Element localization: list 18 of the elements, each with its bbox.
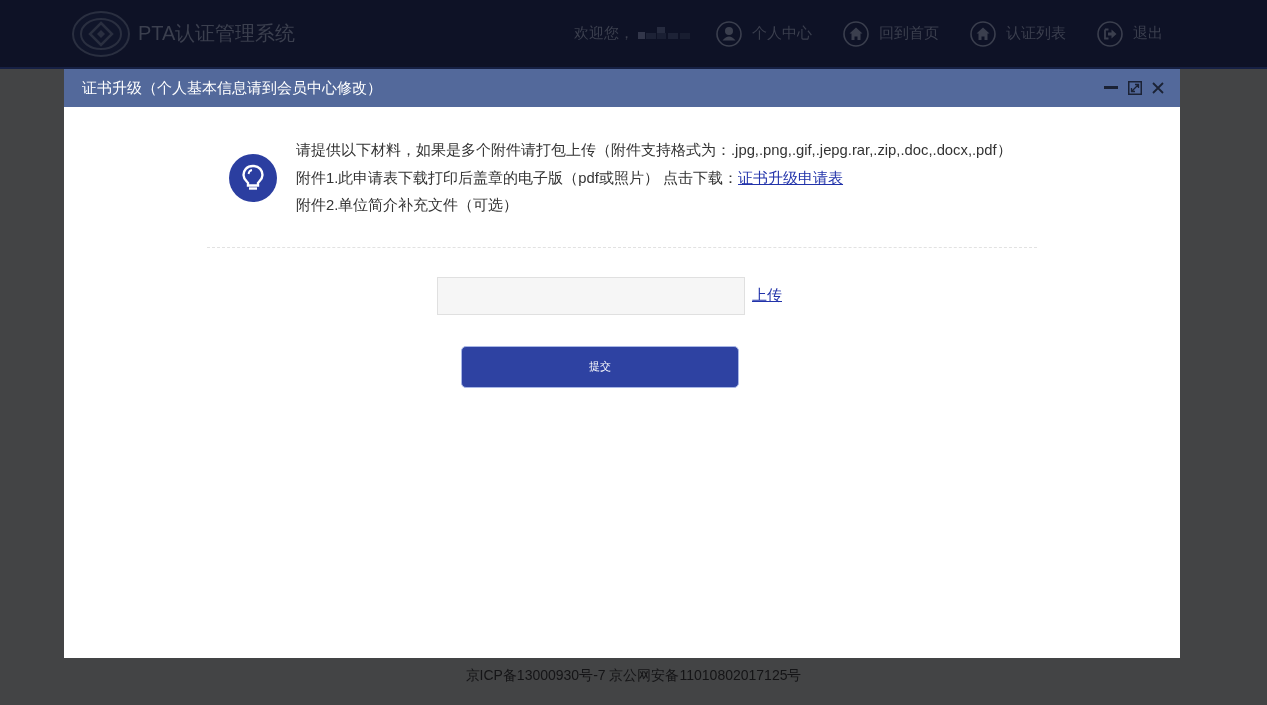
home-icon[interactable] bbox=[970, 20, 996, 47]
instruction-text: 附件1.此申请表下载打印后盖章的电子版（pdf或照片） 点击下载：证书升级申请表 bbox=[296, 168, 845, 188]
file-path-field[interactable] bbox=[437, 276, 745, 315]
user-icon[interactable] bbox=[716, 20, 742, 47]
home-icon[interactable] bbox=[843, 20, 869, 47]
maximize-icon[interactable] bbox=[1128, 81, 1142, 95]
lightbulb-icon bbox=[229, 154, 277, 203]
submit-button[interactable]: 提交 bbox=[461, 345, 739, 388]
exit-icon[interactable] bbox=[1097, 20, 1123, 47]
minimize-icon[interactable] bbox=[1104, 86, 1118, 90]
logo-icon bbox=[72, 10, 130, 57]
close-icon[interactable] bbox=[1152, 82, 1164, 94]
upload-link[interactable]: 上传 bbox=[752, 286, 782, 305]
dialog-title: 证书升级（个人基本信息请到会员中心修改） bbox=[82, 78, 383, 98]
instruction-text: 请提供以下材料，如果是多个附件请打包上传（附件支持格式为：.jpg,.png,.gif,.jepg.rar,.zip,.doc,.docx,.pdf） bbox=[296, 141, 1012, 160]
redacted-username bbox=[638, 26, 692, 41]
download-link[interactable]: 证书升级申请表 bbox=[738, 169, 844, 186]
instruction-text: 附件2.单位简介补充文件（可选） bbox=[296, 196, 520, 215]
